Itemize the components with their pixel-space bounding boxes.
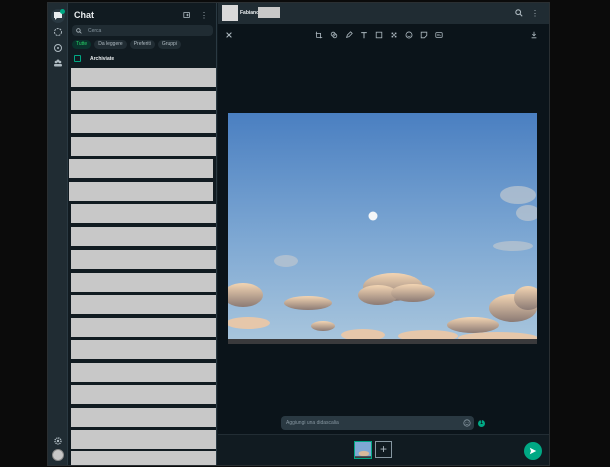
chat-list-item[interactable] <box>71 340 216 359</box>
archive-icon <box>74 55 81 62</box>
sidebar-title: Chat <box>74 10 94 20</box>
whatsapp-window: Chat ⋮ Tutte Da leggere Preferiti Gruppi… <box>47 2 550 466</box>
caption-input[interactable] <box>286 420 456 426</box>
unread-badge <box>60 9 65 14</box>
archived-label: Archiviate <box>90 55 115 62</box>
media-editor: 1 + <box>218 24 549 465</box>
chat-list-item[interactable] <box>71 227 216 246</box>
media-thumbnail[interactable] <box>354 441 372 459</box>
menu-kebab-icon[interactable]: ⋮ <box>199 10 209 20</box>
hd-quality-icon[interactable] <box>434 30 444 40</box>
chat-list-item[interactable] <box>71 385 216 404</box>
chat-list-item[interactable] <box>71 273 216 292</box>
new-chat-icon[interactable] <box>182 10 192 20</box>
media-tray: + <box>218 434 549 465</box>
search-icon[interactable] <box>514 8 524 18</box>
chat-list-item[interactable] <box>71 137 216 156</box>
chat-list-item[interactable] <box>71 408 216 427</box>
chat-sidebar: Chat ⋮ Tutte Da leggere Preferiti Gruppi… <box>68 3 217 465</box>
redacted-name <box>258 7 280 18</box>
chat-list-item[interactable] <box>71 451 216 465</box>
menu-kebab-icon[interactable]: ⋮ <box>530 8 540 18</box>
chat-list-item[interactable] <box>71 114 216 133</box>
chat-list-item[interactable] <box>71 250 216 269</box>
chat-list-item[interactable] <box>71 91 216 110</box>
search-icon <box>76 27 82 34</box>
archived-row[interactable]: Archiviate <box>74 55 114 62</box>
filter-chip-gruppi[interactable]: Gruppi <box>157 40 181 49</box>
search-bar[interactable] <box>72 25 213 36</box>
chat-list-item[interactable] <box>71 68 216 87</box>
filter-chip-da-leggere[interactable]: Da leggere <box>94 40 127 49</box>
sky-photo <box>228 113 537 344</box>
text-icon[interactable] <box>359 30 369 40</box>
chat-list-item[interactable] <box>71 363 216 382</box>
chat-list-item[interactable] <box>69 159 213 178</box>
conversation-header: Fabiano ⋮ <box>218 3 549 24</box>
chats-icon[interactable] <box>51 9 65 23</box>
add-media-button[interactable]: + <box>375 441 392 458</box>
channels-icon[interactable] <box>51 41 65 55</box>
shape-square-icon[interactable] <box>374 30 384 40</box>
contact-name[interactable]: Fabiano <box>240 10 259 16</box>
chat-list-item[interactable] <box>71 430 216 449</box>
communities-icon[interactable] <box>51 56 65 70</box>
caption-field[interactable] <box>281 416 474 430</box>
send-button[interactable] <box>524 442 542 460</box>
sticker-icon[interactable] <box>419 30 429 40</box>
contact-avatar[interactable] <box>222 5 238 21</box>
search-input[interactable] <box>88 27 208 34</box>
chat-list-item[interactable] <box>69 182 213 201</box>
chat-list-item[interactable] <box>71 295 216 314</box>
chat-list-item[interactable] <box>71 318 216 337</box>
filter-icon[interactable] <box>329 30 339 40</box>
profile-avatar[interactable] <box>52 449 64 461</box>
emoji-icon[interactable] <box>463 419 471 427</box>
crop-rotate-icon[interactable] <box>314 30 324 40</box>
send-icon <box>529 447 537 455</box>
settings-gear-icon[interactable] <box>51 434 65 448</box>
filter-chip-tutte[interactable]: Tutte <box>72 40 92 49</box>
status-icon[interactable] <box>51 25 65 39</box>
nav-rail <box>48 3 68 465</box>
close-icon[interactable] <box>224 30 234 40</box>
draw-pencil-icon[interactable] <box>344 30 354 40</box>
photo-preview[interactable] <box>228 113 537 344</box>
chat-list-item[interactable] <box>71 204 216 223</box>
filter-chip-preferiti[interactable]: Preferiti <box>129 40 155 49</box>
emoji-icon[interactable] <box>404 30 414 40</box>
blur-icon[interactable] <box>389 30 399 40</box>
view-once-icon[interactable]: 1 <box>478 420 485 427</box>
download-icon[interactable] <box>529 30 539 40</box>
filter-chips: Tutte Da leggere Preferiti Gruppi <box>72 40 181 49</box>
